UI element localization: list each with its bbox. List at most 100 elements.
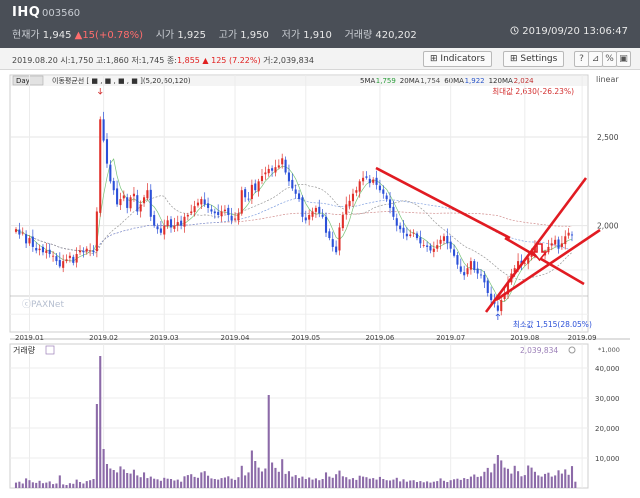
candle-body xyxy=(68,255,71,258)
candle-body xyxy=(304,217,307,221)
ma-legend-value: 2,024 xyxy=(514,77,535,85)
candle-body xyxy=(105,139,109,164)
candle-body xyxy=(429,245,432,251)
candle-body xyxy=(473,261,476,270)
price-chart[interactable]: Day 이동평균선 [ ■ , ■ , ■ , ■ ](5,20,60,120) 5… xyxy=(0,0,640,498)
volume-bar xyxy=(109,468,112,488)
candle-body xyxy=(186,215,189,217)
candle-body xyxy=(38,248,41,251)
volume-bar xyxy=(136,475,139,488)
ma-legend-name: 5MA xyxy=(360,77,375,85)
volume-bar xyxy=(372,478,375,488)
candle-body xyxy=(318,206,321,214)
volume-bar xyxy=(469,476,472,488)
volume-bar xyxy=(570,466,574,488)
candle-body xyxy=(196,202,200,206)
candle-body xyxy=(82,251,85,253)
volume-bar xyxy=(149,476,152,488)
volume-bar xyxy=(304,479,307,488)
volume-bar xyxy=(385,480,388,488)
candle-body xyxy=(75,254,78,263)
volume-bar xyxy=(449,480,452,488)
candle-body xyxy=(207,203,210,208)
volume-bar xyxy=(260,471,264,488)
volume-bar xyxy=(483,471,486,488)
volume-bar xyxy=(264,468,267,488)
x-tick-label: 2019.05 xyxy=(291,334,320,342)
candle-body xyxy=(21,232,24,234)
volume-bar xyxy=(119,466,122,488)
volume-bar xyxy=(38,480,41,488)
candle-body xyxy=(284,159,287,173)
volume-bar xyxy=(436,481,439,488)
candle-body xyxy=(156,226,159,230)
candle-body xyxy=(122,195,125,199)
candle-body xyxy=(176,222,179,226)
candle-body xyxy=(432,248,435,252)
volume-current-label: 2,039,834 xyxy=(520,346,558,355)
candle-body xyxy=(314,207,317,212)
candle-body xyxy=(203,199,206,205)
candle-body xyxy=(422,245,425,246)
candle-body xyxy=(298,193,301,200)
volume-bar xyxy=(308,477,311,488)
candle-body xyxy=(230,215,233,221)
candle-body xyxy=(392,206,395,217)
volume-bar xyxy=(368,478,371,488)
candle-body xyxy=(240,190,243,214)
candle-body xyxy=(415,233,419,239)
candle-body xyxy=(35,247,38,251)
volume-bar xyxy=(405,481,408,488)
candle-body xyxy=(557,239,560,249)
candle-body xyxy=(308,215,311,220)
volume-bar xyxy=(358,475,361,488)
volume-bar xyxy=(479,476,483,488)
candle-body xyxy=(78,250,82,253)
volume-bar xyxy=(456,478,459,488)
candle-body xyxy=(287,172,290,182)
candle-body xyxy=(139,204,142,212)
candle-body xyxy=(368,178,371,184)
volume-bar xyxy=(543,473,547,488)
interval-label: Day xyxy=(16,77,30,85)
candle-body xyxy=(442,236,445,241)
candle-body xyxy=(351,193,355,202)
volume-bar xyxy=(220,478,223,488)
candle-body xyxy=(459,266,462,272)
volume-title: 거래량 xyxy=(13,345,36,355)
volume-bar xyxy=(233,479,237,488)
volume-bar xyxy=(517,471,520,488)
volume-bar xyxy=(28,480,31,488)
volume-bar xyxy=(122,469,125,488)
x-tick-label: 2019.09 xyxy=(568,334,597,342)
candle-body xyxy=(378,185,381,191)
volume-bar xyxy=(429,482,432,488)
volume-bar xyxy=(341,476,344,488)
volume-bar xyxy=(513,465,516,488)
candle-body xyxy=(55,256,58,262)
candle-body xyxy=(358,181,361,192)
ma-legend-name: 120MA xyxy=(489,77,513,85)
volume-bar xyxy=(247,472,250,488)
candle-body xyxy=(217,211,220,216)
volume-bar xyxy=(382,479,385,488)
volume-bar xyxy=(493,463,496,488)
candle-body xyxy=(143,197,146,203)
volume-bar xyxy=(102,449,105,488)
price-y-tick: 2,000 xyxy=(597,222,619,231)
candle-body xyxy=(409,234,412,236)
candle-body xyxy=(257,181,260,192)
volume-bar xyxy=(442,480,445,488)
volume-bar xyxy=(116,472,119,488)
volume-y-tick: 10,000 xyxy=(595,455,620,463)
candle-body xyxy=(453,249,456,256)
candle-body xyxy=(18,229,21,235)
candle-body xyxy=(45,250,48,253)
volume-bar xyxy=(267,395,270,488)
volume-y-tick: 30,000 xyxy=(595,395,620,403)
volume-bar xyxy=(52,484,55,488)
volume-bar xyxy=(68,483,71,488)
candle-body xyxy=(345,204,348,215)
volume-bar xyxy=(419,481,422,488)
volume-bar xyxy=(550,476,553,488)
